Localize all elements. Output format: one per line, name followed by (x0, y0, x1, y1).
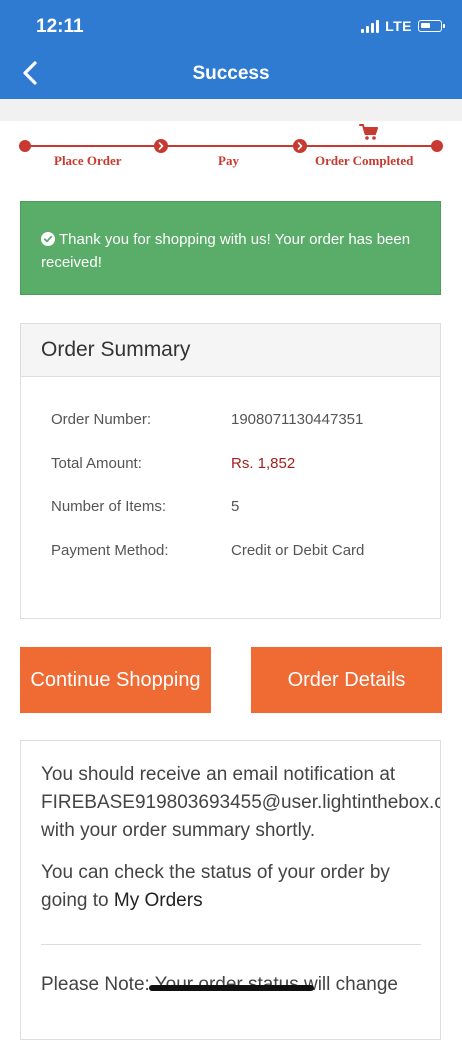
total-amount-value: Rs. 1,852 (231, 455, 296, 472)
items-count-label: Number of Items: (51, 498, 167, 515)
total-amount-label: Total Amount: (51, 455, 142, 472)
home-indicator[interactable] (149, 985, 314, 991)
email-info-line-3: with your order summary shortly. (41, 820, 316, 841)
items-count-value: 5 (231, 498, 240, 515)
status-icons: LTE (361, 18, 445, 34)
success-alert: Thank you for shopping with us! Your ord… (20, 201, 441, 295)
status-time: 12:11 (36, 16, 84, 37)
status-info-line-1: You can check the status of your order b… (41, 862, 390, 883)
battery-icon (418, 20, 445, 32)
email-address: FIREBASE919803693455@user.lightinthebox.… (41, 792, 441, 813)
payment-method-value: Credit or Debit Card (231, 542, 365, 559)
cart-icon (359, 124, 378, 140)
chevron-right-icon (293, 139, 307, 153)
step-pay: Pay (218, 153, 239, 168)
email-info-line-1: You should receive an email notification… (41, 764, 396, 785)
success-message: Thank you for shopping with us! Your ord… (41, 231, 411, 271)
progress-dot-start (19, 140, 31, 152)
order-number-value: 1908071130447351 (231, 411, 364, 428)
network-label: LTE (385, 18, 412, 34)
status-info-line-2: going to My Orders (41, 887, 203, 915)
status-info-prefix: going to (41, 890, 114, 911)
step-order-completed: Order Completed (315, 153, 414, 168)
check-circle-icon (41, 232, 55, 246)
order-summary-title: Order Summary (21, 324, 440, 377)
chevron-right-icon (154, 139, 168, 153)
my-orders-link[interactable]: My Orders (114, 890, 203, 911)
progress-dot-end (431, 140, 443, 152)
info-divider (41, 944, 421, 945)
progress-line (24, 145, 438, 147)
header-shadow (0, 99, 462, 121)
page-title: Success (192, 63, 270, 84)
continue-shopping-button[interactable]: Continue Shopping (20, 647, 211, 713)
payment-method-label: Payment Method: (51, 542, 169, 559)
order-summary-card: Order Summary Order Number: 190807113044… (20, 323, 441, 619)
app-header: 12:11 LTE Success (0, 0, 462, 99)
email-info-card: You should receive an email notification… (20, 740, 441, 1040)
step-place-order: Place Order (54, 153, 122, 168)
signal-icon (361, 19, 380, 33)
order-details-button[interactable]: Order Details (251, 647, 442, 713)
order-progress: Place Order Pay Order Completed (0, 121, 462, 181)
order-number-label: Order Number: (51, 411, 152, 428)
